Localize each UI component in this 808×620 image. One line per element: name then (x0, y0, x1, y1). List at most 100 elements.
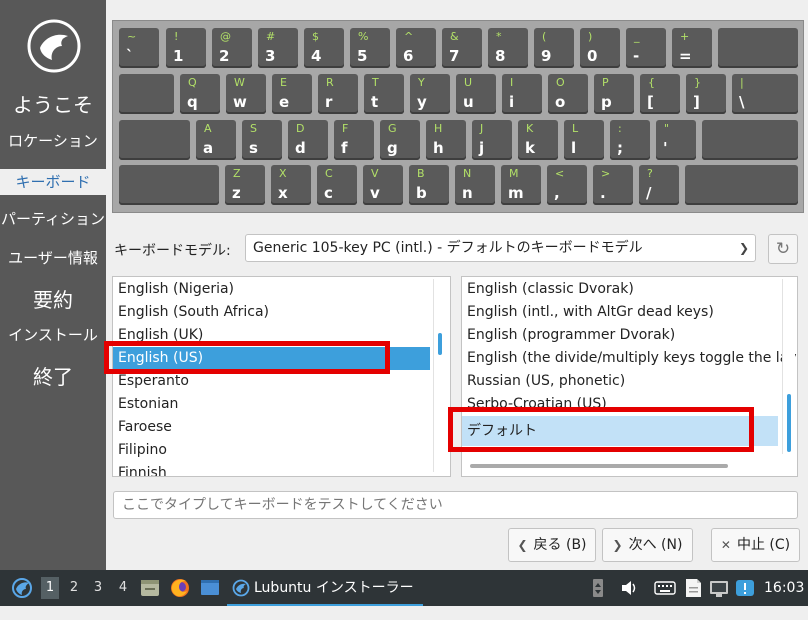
clipboard-icon[interactable] (591, 570, 605, 606)
keyboard-key: * 8 (488, 28, 528, 68)
workspace-2[interactable]: 2 (65, 577, 83, 599)
key-shift-legend: X (279, 167, 287, 180)
window-icon[interactable] (199, 570, 221, 606)
cancel-button[interactable]: ✕ 中止 (C) (711, 528, 800, 562)
layout-list-scrollbar[interactable] (433, 279, 446, 472)
keyboard-key: ~ ` (119, 28, 159, 68)
layout-list-item[interactable]: Estonian (113, 393, 430, 416)
key-shift-legend: K (526, 122, 534, 135)
key-legend: . (600, 184, 606, 202)
keyboard-key: ! 1 (166, 28, 206, 68)
keyboard-key: Ff (334, 120, 374, 160)
keyboard-model-select[interactable]: Generic 105-key PC (intl.) - デフォルトのキーボード… (245, 234, 756, 262)
start-menu-button[interactable] (10, 570, 34, 606)
key-legend: a (203, 139, 214, 157)
workspace-4[interactable]: 4 (114, 577, 132, 599)
key-shift-legend: & (450, 30, 459, 43)
sidebar-item-4: パーティション (0, 210, 106, 228)
keyboard-key: Yy (410, 74, 450, 114)
keyboard-key: >. (593, 165, 633, 205)
variant-list-hscroll-thumb[interactable] (470, 464, 728, 468)
firefox-icon[interactable] (169, 570, 191, 606)
layout-list-item[interactable]: Finnish (113, 462, 430, 476)
back-button[interactable]: ❮ 戻る (B) (508, 528, 596, 562)
variant-list-item[interactable]: English (programmer Dvorak) (462, 324, 778, 347)
sidebar-item-2: ロケーション (8, 132, 98, 150)
key-shift-legend: P (602, 76, 609, 89)
keyboard-layout-list[interactable]: English (Nigeria) English (South Africa) E… (112, 276, 451, 477)
keyboard-key: + = (672, 28, 712, 68)
key-shift-legend: D (296, 122, 305, 135)
variant-list-item[interactable]: English (intl., with AltGr dead keys) (462, 301, 778, 324)
key-shift-legend: * (496, 30, 502, 43)
keyboard-preview: ~ `! 1 @2 #3 $4% 5 ^ 6 & 7 * 8(9) 0 _ - + = Qq Ww Ee Rr Tt Yy Uu… (112, 20, 804, 213)
keyboard-key (718, 28, 798, 68)
key-legend: g (387, 139, 398, 157)
reset-keyboard-model-button[interactable]: ↻ (768, 234, 798, 264)
keyboard-key: Rr (318, 74, 358, 114)
keyboard-key (119, 165, 219, 205)
taskbar-app-installer[interactable]: Lubuntu インストーラー (227, 570, 423, 606)
key-shift-legend: @ (220, 30, 231, 43)
layout-list-scroll-thumb[interactable] (438, 333, 442, 355)
keyboard-key: | \ (732, 74, 798, 114)
variant-list-item[interactable]: Russian (US, phonetic) (462, 370, 778, 393)
workspace-1[interactable]: 1 (41, 577, 59, 599)
keyboard-key: ? / (639, 165, 679, 205)
variant-list-item[interactable]: English (the divide/multiply keys toggle… (462, 347, 797, 370)
layout-list-item[interactable]: English (South Africa) (113, 301, 430, 324)
key-legend: 8 (495, 47, 506, 65)
keyboard-key: Ee (272, 74, 312, 114)
key-shift-legend: # (266, 30, 276, 43)
sidebar-item-8: 終了 (33, 365, 73, 389)
arrow-left-icon: ❮ (517, 538, 528, 552)
volume-icon[interactable] (620, 570, 638, 606)
key-shift-legend: ( (542, 30, 547, 43)
key-legend: 2 (219, 47, 230, 65)
next-button[interactable]: ❯ 次へ (N) (602, 528, 693, 562)
layout-list-item[interactable]: Filipino (113, 439, 430, 462)
file-manager-icon[interactable] (140, 570, 160, 606)
sidebar-item-5: ユーザー情報 (8, 249, 98, 267)
key-legend: ] (693, 93, 700, 111)
key-shift-legend: B (417, 167, 425, 180)
display-icon[interactable] (709, 570, 729, 606)
layout-list-item[interactable]: Faroese (113, 416, 430, 439)
variant-list-scrollbar[interactable] (782, 279, 795, 454)
key-legend: l (571, 139, 577, 157)
key-legend: i (509, 93, 515, 111)
keyboard-key: Hh (426, 120, 466, 160)
workspace-3[interactable]: 3 (89, 577, 107, 599)
key-legend: - (633, 47, 640, 65)
key-legend: w (233, 93, 247, 111)
key-legend: ' (663, 139, 668, 157)
key-legend: z (232, 184, 241, 202)
key-legend: s (249, 139, 258, 157)
key-shift-legend: T (372, 76, 379, 89)
variant-list-hscrollbar[interactable] (464, 461, 782, 471)
key-shift-legend: Q (188, 76, 197, 89)
keyboard-indicator-icon[interactable] (654, 570, 676, 606)
keyboard-model-label: キーボードモデル: (114, 243, 231, 259)
keyboard-key: Tt (364, 74, 404, 114)
keyboard-test-input[interactable] (113, 491, 798, 519)
lubuntu-installer-icon (232, 570, 250, 620)
variant-list-scroll-thumb[interactable] (787, 394, 791, 452)
key-shift-legend: Y (418, 76, 425, 89)
reset-icon: ↻ (775, 239, 791, 259)
variant-list-item[interactable]: English (classic Dvorak) (462, 278, 778, 301)
notes-icon[interactable] (683, 570, 703, 606)
key-legend: e (279, 93, 290, 111)
key-shift-legend: > (601, 167, 611, 180)
keyboard-key: Bb (409, 165, 449, 205)
key-legend: b (416, 184, 427, 202)
keyboard-key: Dd (288, 120, 328, 160)
key-legend: 0 (587, 47, 598, 65)
key-legend: t (371, 93, 379, 111)
keyboard-key: $4 (304, 28, 344, 68)
key-legend: 4 (311, 47, 322, 65)
keyboard-key: Pp (594, 74, 634, 114)
notification-icon[interactable] (735, 570, 755, 606)
layout-list-item[interactable]: English (Nigeria) (113, 278, 430, 301)
keyboard-key (685, 165, 798, 205)
